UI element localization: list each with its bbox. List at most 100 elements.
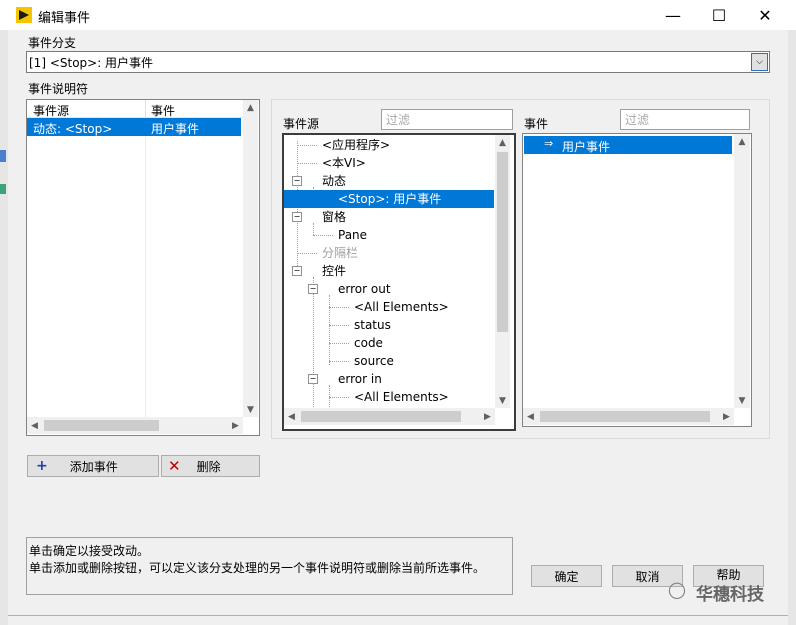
scroll-right-icon[interactable]: ▶ bbox=[719, 409, 734, 424]
tree-item-code[interactable]: code bbox=[354, 334, 383, 352]
tree-item-all-elements[interactable]: <All Elements> bbox=[354, 298, 449, 316]
tree-item-controls[interactable]: 控件 bbox=[322, 262, 346, 280]
collapse-icon[interactable]: − bbox=[292, 266, 302, 276]
watermark: ◯ 华穗科技 bbox=[668, 578, 788, 605]
background-window-right-edge bbox=[788, 30, 796, 625]
scroll-right-icon[interactable]: ▶ bbox=[480, 409, 495, 424]
delete-label: 删除 bbox=[196, 459, 221, 474]
watermark-text: 华穗科技 bbox=[696, 585, 764, 605]
events-label: 事件 bbox=[524, 117, 549, 131]
column-header-event[interactable]: 事件 bbox=[151, 102, 175, 119]
help-text-line-2: 单击添加或删除按钮，可以定义该分支处理的另一个事件说明符或删除当前所选事件。 bbox=[29, 561, 486, 575]
scroll-up-icon[interactable]: ▲ bbox=[734, 134, 750, 149]
tree-item-pane[interactable]: Pane bbox=[338, 226, 367, 244]
event-specifiers-list[interactable]: 事件源 事件 动态: <Stop> 用户事件 ▲ ▼ ◀ ▶ bbox=[26, 99, 260, 436]
event-specifiers-label: 事件说明符 bbox=[28, 82, 89, 96]
scroll-left-icon[interactable]: ◀ bbox=[284, 409, 299, 424]
delete-button[interactable]: ✕ 删除 bbox=[161, 455, 260, 477]
scroll-up-icon[interactable]: ▲ bbox=[243, 100, 258, 115]
event-sources-tree[interactable]: − − − − − <应用程序> <本VI> 动态 <Stop>: 用户事件 窗… bbox=[282, 133, 516, 431]
maximize-button[interactable]: ☐ bbox=[696, 0, 742, 30]
scroll-down-icon[interactable]: ▼ bbox=[734, 393, 750, 408]
tree-item-this-vi[interactable]: <本VI> bbox=[322, 154, 366, 172]
minimize-button[interactable]: — bbox=[650, 0, 696, 30]
list-item-label: 用户事件 bbox=[562, 140, 611, 154]
scroll-down-icon[interactable]: ▼ bbox=[495, 393, 510, 408]
tree-item-source[interactable]: source bbox=[354, 352, 394, 370]
column-divider bbox=[145, 100, 146, 117]
background-window-left-marker bbox=[0, 150, 6, 162]
background-window-left-edge bbox=[0, 30, 8, 625]
horizontal-scrollbar[interactable]: ◀ ▶ bbox=[27, 417, 243, 434]
scroll-thumb[interactable] bbox=[540, 411, 710, 422]
collapse-icon[interactable]: − bbox=[292, 212, 302, 222]
dialog-bottom-border bbox=[8, 615, 788, 616]
add-event-label: 添加事件 bbox=[69, 459, 118, 474]
list-item-user-event[interactable]: ⇒ 用户事件 bbox=[524, 136, 732, 154]
tree-item-pane-group[interactable]: 窗格 bbox=[322, 208, 346, 226]
title-bar[interactable]: 编辑事件 — ☐ ✕ bbox=[0, 0, 796, 30]
plus-icon: + bbox=[36, 458, 48, 474]
scroll-right-icon[interactable]: ▶ bbox=[228, 418, 243, 433]
event-arrow-icon: ⇒ bbox=[544, 137, 554, 150]
minimize-icon: — bbox=[665, 5, 681, 25]
events-filter-input[interactable]: 过滤 bbox=[620, 109, 750, 130]
close-button[interactable]: ✕ bbox=[742, 0, 788, 30]
event-case-label: 事件分支 bbox=[28, 36, 77, 50]
collapse-icon[interactable]: − bbox=[308, 374, 318, 384]
tree-item-stop-user-event[interactable]: <Stop>: 用户事件 bbox=[284, 190, 494, 208]
delete-x-icon: ✕ bbox=[168, 457, 181, 475]
row-event-cell: 用户事件 bbox=[151, 122, 200, 136]
tree-line bbox=[329, 343, 349, 344]
scroll-down-icon[interactable]: ▼ bbox=[243, 402, 258, 417]
tree-item-label: <Stop>: 用户事件 bbox=[338, 192, 442, 206]
list-header: 事件源 事件 bbox=[27, 100, 243, 118]
horizontal-scrollbar[interactable]: ◀ ▶ bbox=[284, 408, 495, 425]
tree-item-dynamic[interactable]: 动态 bbox=[322, 172, 346, 190]
collapse-icon[interactable]: − bbox=[308, 284, 318, 294]
scroll-thumb[interactable] bbox=[44, 420, 159, 431]
event-case-dropdown[interactable]: [1] <Stop>: 用户事件 ⌵ bbox=[26, 51, 770, 73]
events-list[interactable]: ⇒ 用户事件 ▲ ▼ ◀ ▶ bbox=[522, 133, 752, 427]
scroll-left-icon[interactable]: ◀ bbox=[27, 418, 42, 433]
tree-line bbox=[329, 385, 330, 407]
tree-item-error-out[interactable]: error out bbox=[338, 280, 391, 298]
maximize-icon: ☐ bbox=[711, 5, 727, 25]
tree-line bbox=[297, 145, 317, 146]
scroll-thumb[interactable] bbox=[497, 152, 508, 332]
dropdown-button[interactable]: ⌵ bbox=[751, 53, 768, 71]
wechat-icon: ◯ bbox=[668, 580, 686, 599]
event-sources-filter-input[interactable]: 过滤 bbox=[381, 109, 513, 130]
tree-line bbox=[329, 397, 349, 398]
collapse-icon[interactable]: − bbox=[292, 176, 302, 186]
chevron-down-icon: ⌵ bbox=[756, 57, 763, 67]
ok-button[interactable]: 确定 bbox=[531, 565, 602, 587]
vertical-scrollbar[interactable]: ▲ ▼ bbox=[495, 135, 510, 408]
scroll-left-icon[interactable]: ◀ bbox=[523, 409, 538, 424]
tree-line bbox=[297, 163, 317, 164]
add-event-button[interactable]: + 添加事件 bbox=[27, 455, 159, 477]
scroll-thumb[interactable] bbox=[301, 411, 461, 422]
vertical-scrollbar[interactable]: ▲ ▼ bbox=[734, 134, 750, 408]
tree-item-splitter: 分隔栏 bbox=[322, 246, 359, 260]
labview-icon bbox=[16, 7, 32, 23]
tree-item-application[interactable]: <应用程序> bbox=[322, 136, 390, 154]
tree-item-status[interactable]: status bbox=[354, 316, 391, 334]
horizontal-scrollbar[interactable]: ◀ ▶ bbox=[523, 408, 734, 425]
tree-line bbox=[329, 307, 349, 308]
column-divider-line bbox=[145, 117, 146, 417]
tree-line bbox=[313, 223, 314, 235]
window-title: 编辑事件 bbox=[38, 11, 91, 26]
tree-item-error-in[interactable]: error in bbox=[338, 370, 382, 388]
tree-line bbox=[313, 277, 314, 407]
event-case-value: [1] <Stop>: 用户事件 bbox=[29, 56, 154, 70]
column-header-source[interactable]: 事件源 bbox=[33, 102, 69, 119]
tree-line bbox=[329, 325, 349, 326]
table-row[interactable]: 动态: <Stop> 用户事件 bbox=[27, 118, 241, 136]
event-sources-label: 事件源 bbox=[283, 117, 320, 131]
tree-line bbox=[313, 235, 333, 236]
tree-item-all-elements[interactable]: <All Elements> bbox=[354, 388, 449, 406]
tree-line bbox=[297, 141, 298, 276]
scroll-up-icon[interactable]: ▲ bbox=[495, 135, 510, 150]
vertical-scrollbar[interactable]: ▲ ▼ bbox=[243, 100, 258, 417]
